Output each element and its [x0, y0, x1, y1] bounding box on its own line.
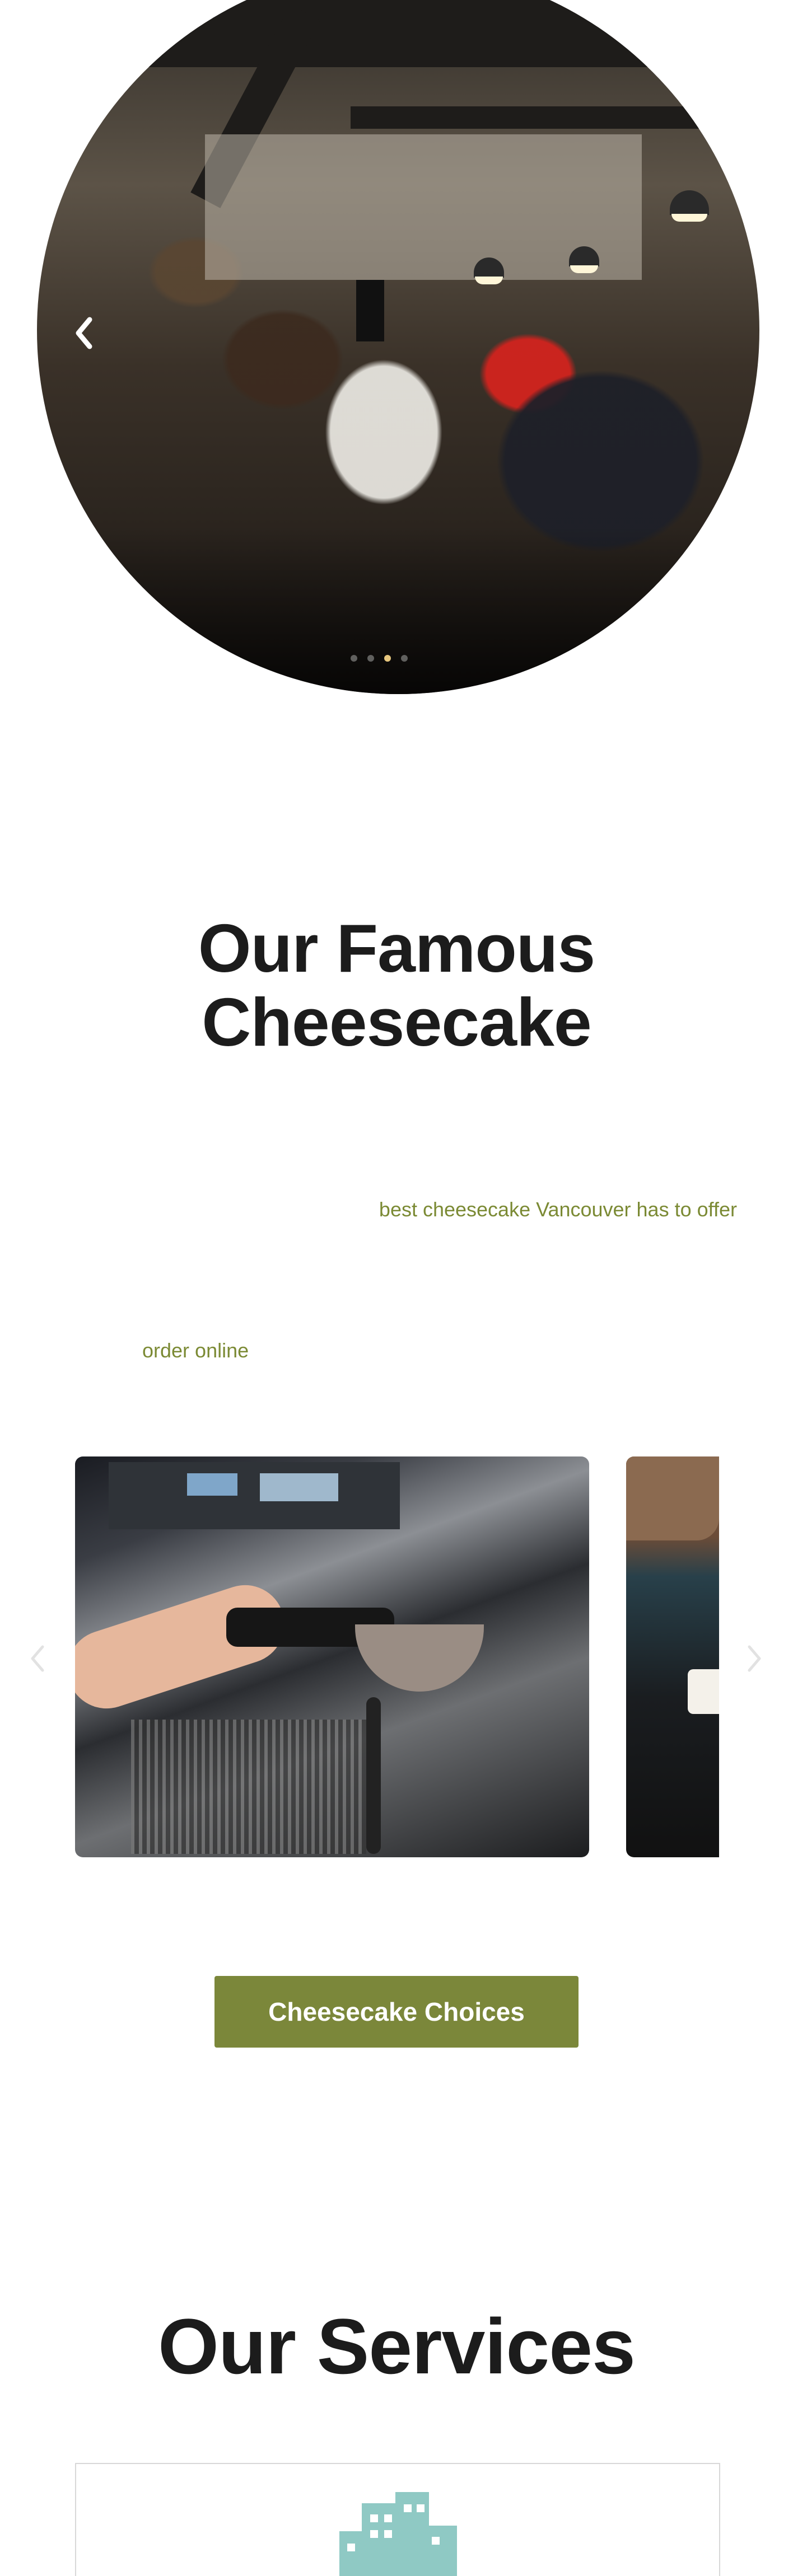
photo-duct [351, 106, 743, 129]
carousel-dot[interactable] [367, 655, 374, 662]
photo-arm [626, 1456, 719, 1540]
photo-shade [37, 526, 759, 694]
chevron-left-icon [31, 1645, 44, 1672]
photo-display [187, 1473, 237, 1496]
photo-machine-top [109, 1462, 400, 1529]
photo-lamp-light [475, 277, 503, 284]
title-line-1: Our Famous [198, 910, 596, 986]
hero-image-carousel[interactable] [37, 0, 759, 694]
order-online-link[interactable]: order online [142, 1339, 249, 1362]
title-line-2: Cheesecake [202, 984, 591, 1060]
tagline-text: best cheesecake Vancouver has to offer [379, 1198, 737, 1221]
photo-display [260, 1473, 338, 1501]
hero-prev-button[interactable] [67, 313, 101, 353]
section-title-famous: Our Famous Cheesecake [0, 911, 793, 1059]
photo-lamp-light [671, 214, 707, 222]
photo-lamp-light [570, 265, 598, 273]
photo-hand [75, 1575, 295, 1719]
carousel-prev-button[interactable] [24, 1639, 52, 1678]
hero-carousel-dots [351, 655, 408, 662]
photo-steam-wand [366, 1697, 381, 1854]
cheesecake-choices-button[interactable]: Cheesecake Choices [214, 1976, 579, 2048]
carousel-slide-serving[interactable] [626, 1456, 719, 1857]
chevron-right-icon [748, 1645, 761, 1672]
photo-drip-tray [131, 1720, 366, 1854]
chevron-left-icon [76, 317, 92, 349]
carousel-next-button[interactable] [740, 1639, 768, 1678]
photo-cup [688, 1669, 719, 1714]
carousel-slide-espresso[interactable] [75, 1456, 589, 1857]
service-card[interactable] [75, 2463, 720, 2576]
carousel-dot[interactable] [401, 655, 408, 662]
photo-lamp [670, 190, 709, 215]
carousel-dot[interactable] [351, 655, 357, 662]
city-buildings-icon [339, 2492, 457, 2576]
photo-group-head [355, 1624, 484, 1692]
photo-speaker [356, 280, 384, 341]
photo-ceiling [37, 0, 759, 67]
section-title-services: Our Services [158, 2302, 636, 2390]
carousel-dot-active[interactable] [384, 655, 391, 662]
